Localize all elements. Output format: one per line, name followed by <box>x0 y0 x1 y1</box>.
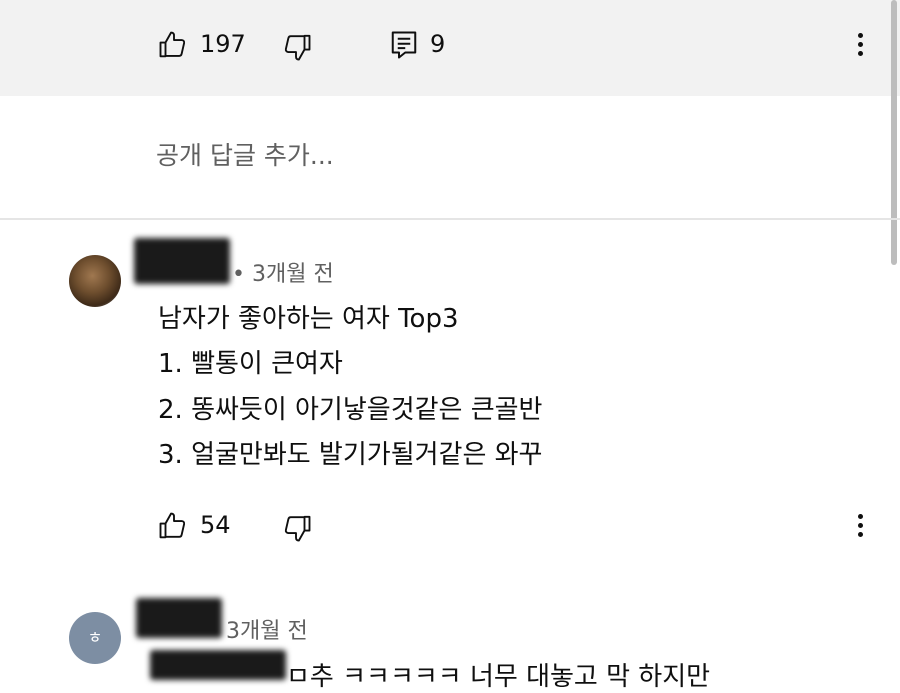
like-count: 54 <box>200 511 231 539</box>
comment-icon[interactable] <box>390 30 418 60</box>
top-comment-actions: 197 9 <box>0 24 900 64</box>
thumbs-up-icon[interactable] <box>158 511 188 541</box>
reply-input[interactable]: 공개 답글 추가... <box>156 136 334 172</box>
comment-text-line: 1. 빨통이 큰여자 <box>158 349 343 379</box>
comment-text-line: 남자가 좋아하는 여자 Top3 <box>158 304 459 334</box>
divider <box>0 218 900 220</box>
redacted-text <box>150 650 286 680</box>
reply-count: 9 <box>430 30 446 58</box>
more-vertical-icon[interactable] <box>854 24 866 64</box>
thumbs-up-icon[interactable] <box>158 30 188 60</box>
comment-actions: 54 <box>0 505 900 545</box>
redacted-username <box>134 238 230 284</box>
comment-time: • 3개월 전 <box>232 262 334 287</box>
comment-text-line: 3. 얼굴만봐도 발기가될거같은 와꾸 <box>158 440 543 470</box>
avatar[interactable] <box>69 255 121 307</box>
more-vertical-icon[interactable] <box>854 505 866 545</box>
avatar[interactable]: ㅎ <box>69 612 121 664</box>
comment-time: 3개월 전 <box>226 619 308 644</box>
thumbs-down-icon[interactable] <box>282 32 312 62</box>
redacted-username <box>136 598 222 638</box>
like-count: 197 <box>200 30 246 58</box>
comment-text-line: 2. 똥싸듯이 아기낳을것같은 큰골반 <box>158 395 543 425</box>
thumbs-down-icon[interactable] <box>282 513 312 543</box>
